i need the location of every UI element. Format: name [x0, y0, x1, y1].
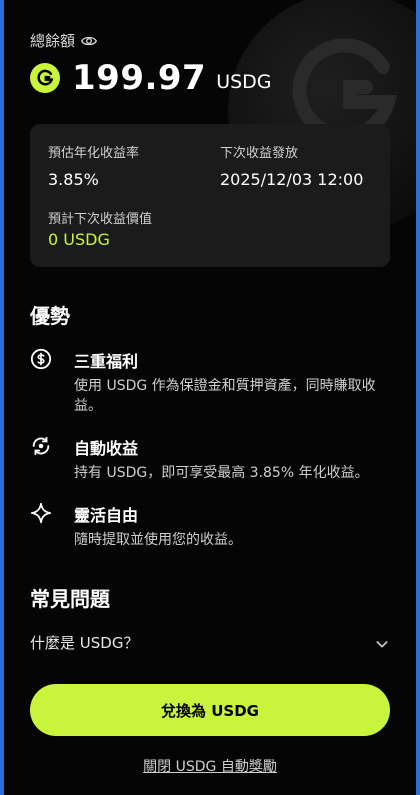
faq-title: 常見問題 — [30, 587, 110, 611]
feature-desc: 使用 USDG 作為保證金和質押資產，同時賺取收益。 — [74, 378, 376, 414]
balance-row: 199.97 USDG — [30, 58, 272, 98]
feature-flexible: 靈活自由 隨時提取並使用您的收益。 — [30, 502, 390, 552]
feature-title: 三重福利 — [74, 352, 139, 371]
auto-refresh-icon — [32, 436, 50, 456]
window-edge-right — [416, 0, 420, 795]
feature-auto-yield: 自動收益 持有 USDG，即可享受最高 3.85% 年化收益。 — [30, 435, 390, 485]
feature-title: 自動收益 — [74, 439, 139, 458]
usdg-coin-icon — [30, 63, 60, 93]
balance-amount: 199.97 — [72, 58, 207, 98]
est-value: 0 USDG — [48, 230, 110, 249]
dollar-circle-icon — [30, 348, 52, 370]
advantages-title: 優勢 — [30, 304, 70, 328]
chevron-down-icon — [376, 641, 388, 648]
convert-to-usdg-button[interactable]: 兌換為 USDG — [30, 684, 390, 736]
next-payout-value: 2025/12/03 12:00 — [220, 170, 364, 189]
faq-question: 什麼是 USDG？ — [30, 634, 139, 652]
window-edge-left — [0, 0, 4, 795]
total-balance-label-row: 總餘額 — [30, 30, 98, 51]
yield-info-card: 預估年化收益率 3.85% 下次收益發放 2025/12/03 12:00 預計… — [30, 124, 390, 267]
feature-triple-benefit: 三重福利 使用 USDG 作為保證金和質押資產，同時賺取收益。 — [30, 348, 390, 418]
next-payout-label: 下次收益發放 — [220, 146, 299, 161]
apy-label: 預估年化收益率 — [48, 146, 140, 161]
eye-icon[interactable] — [81, 33, 98, 49]
feature-desc: 持有 USDG，即可享受最高 3.85% 年化收益。 — [74, 465, 369, 481]
feature-desc: 隨時提取並使用您的收益。 — [74, 532, 242, 548]
sparkle-icon — [30, 502, 52, 524]
screen: 總餘額 199.97 USDG 預估年化收益率 3.85% 下次收益發放 202… — [0, 0, 420, 795]
feature-title: 靈活自由 — [74, 506, 139, 525]
balance-unit: USDG — [216, 71, 272, 93]
total-balance-label: 總餘額 — [30, 32, 76, 50]
apy-value: 3.85% — [48, 170, 99, 189]
faq-item[interactable]: 什麼是 USDG？ — [30, 632, 390, 658]
est-value-label: 預計下次收益價值 — [48, 212, 153, 227]
disable-auto-reward-link[interactable]: 關閉 USDG 自動獎勵 — [0, 756, 420, 776]
